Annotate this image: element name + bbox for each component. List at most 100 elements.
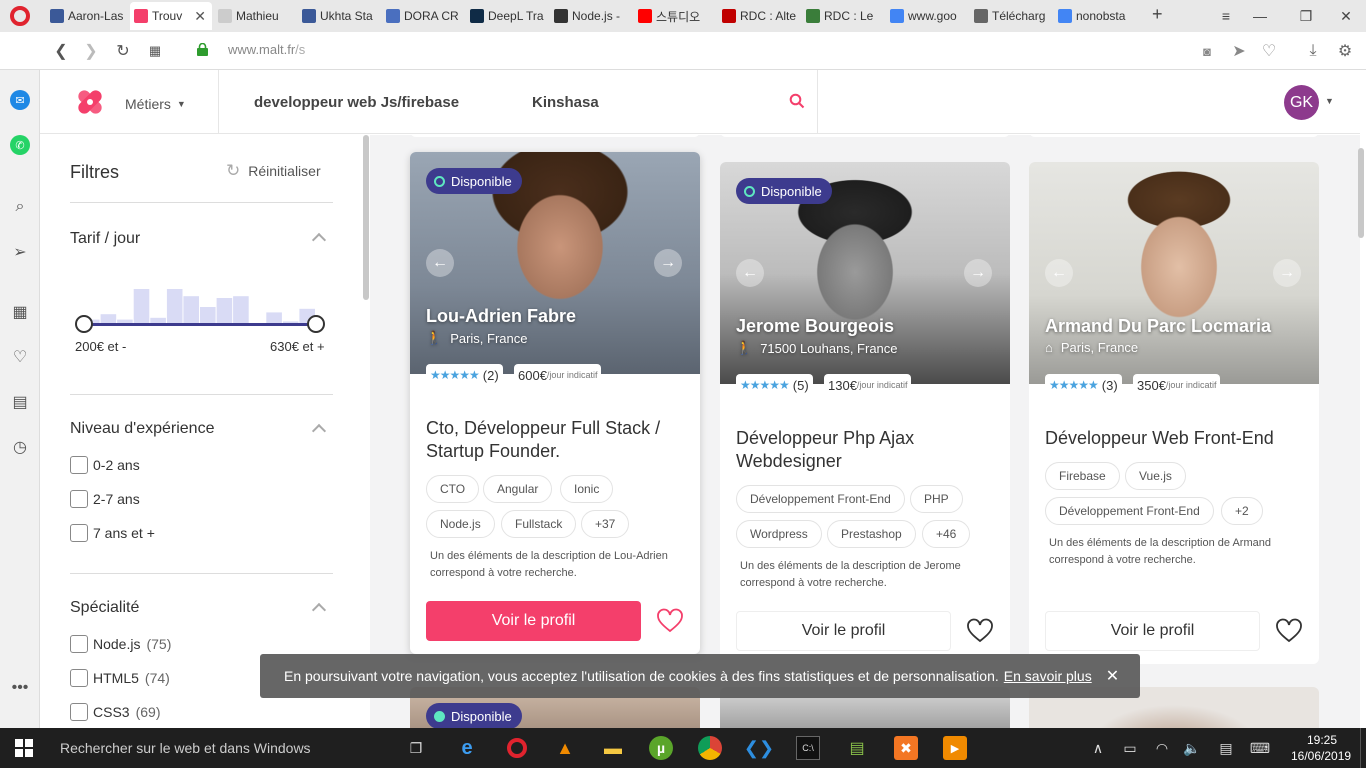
media-player-icon[interactable]: ▶ [943,736,967,760]
search-query-input[interactable]: developpeur web Js/firebase [254,94,459,111]
clock-date[interactable]: 16/06/2019 [1291,749,1351,763]
browser-tab[interactable]: www.goo [886,2,968,30]
experience-filter-title[interactable]: Niveau d'expérience [70,420,214,438]
browser-tab[interactable]: Télécharg [970,2,1052,30]
skill-tag[interactable]: Ionic [560,475,614,503]
checkbox[interactable] [70,669,88,687]
view-profile-button[interactable]: Voir le profil [736,611,951,651]
prev-photo-arrow-icon[interactable]: ← [736,259,764,287]
skill-tag[interactable]: Développement Front-End [736,485,905,513]
taskbar-search-input[interactable]: Rechercher sur le web et dans Windows [60,740,311,756]
page-scrollbar[interactable] [1358,148,1364,238]
browser-tab[interactable]: Node.js - [550,2,632,30]
opera-menu-icon[interactable] [10,6,30,26]
chevron-up-icon[interactable]: ∧ [1086,736,1110,760]
windows-start-icon[interactable] [12,736,36,760]
rate-slider-track[interactable] [84,323,316,326]
whatsapp-icon[interactable]: ✆ [10,135,30,155]
experience-option[interactable]: 0-2 ans [70,456,140,474]
chevron-up-icon[interactable] [311,423,327,439]
prev-photo-arrow-icon[interactable]: ← [426,249,454,277]
browser-tab[interactable]: Aaron-Las [46,2,128,30]
send-icon[interactable]: ➤ [1228,40,1250,62]
terminal-icon[interactable]: C:\ [796,736,820,760]
reload-button[interactable]: ↻ [112,40,134,62]
browser-tab[interactable]: Ukhta Sta [298,2,380,30]
next-photo-arrow-icon[interactable]: → [654,249,682,277]
experience-option[interactable]: 7 ans et + [70,524,155,542]
skill-tag[interactable]: Prestashop [827,520,916,548]
reset-button[interactable]: ↻ Réinitialiser [226,161,321,181]
favorite-heart-icon[interactable] [966,617,994,645]
checkbox[interactable] [70,703,88,721]
rate-filter-title[interactable]: Tarif / jour [70,230,140,248]
skill-tag[interactable]: +46 [922,520,971,548]
skill-tag[interactable]: +37 [581,510,630,538]
search-icon[interactable] [789,93,805,109]
close-window-button[interactable]: ✕ [1326,0,1366,32]
skill-tag[interactable]: CTO [426,475,480,503]
chevron-down-icon[interactable]: ▼ [1325,96,1334,106]
skill-tag[interactable]: PHP [910,485,963,513]
camera-icon[interactable]: ◙ [1196,40,1218,62]
url-input[interactable]: www.malt.fr/s [228,42,305,57]
news-icon[interactable]: ▤ [10,392,30,412]
vscode-icon[interactable]: ❮❯ [744,736,774,760]
chevron-up-icon[interactable] [311,602,327,618]
view-profile-button[interactable]: Voir le profil [426,601,641,641]
speed-dial-icon[interactable]: ▦ [144,40,166,62]
notepad-plus-icon[interactable]: ▤ [845,736,869,760]
avatar[interactable]: GK [1284,85,1319,120]
metiers-dropdown[interactable]: Métiers ▼ [125,96,186,112]
checkbox[interactable] [70,456,88,474]
vlc-icon[interactable]: ▲ [553,736,577,760]
close-tab-icon[interactable]: ✕ [188,8,212,25]
rate-slider-max-handle[interactable] [307,315,325,333]
experience-option[interactable]: 2-7 ans [70,490,140,508]
browser-tab[interactable]: Mathieu [214,2,296,30]
send-icon[interactable]: ➢ [10,242,30,262]
utorrent-icon[interactable]: µ [649,736,673,760]
battery-icon[interactable]: ▭ [1118,736,1142,760]
speed-dial-icon[interactable]: ▦ [10,302,30,322]
browser-tab[interactable]: Trouv ✕ [130,2,212,30]
chevron-up-icon[interactable] [311,232,327,248]
browser-tab[interactable]: RDC : Le [802,2,884,30]
wifi-icon[interactable]: ◠ [1150,736,1174,760]
heart-icon[interactable]: ♡ [10,347,30,367]
edge-icon[interactable]: e [455,736,479,760]
next-photo-arrow-icon[interactable]: → [964,259,992,287]
view-profile-button[interactable]: Voir le profil [1045,611,1260,651]
browser-tab[interactable]: nonobsta [1054,2,1136,30]
specialty-option[interactable]: HTML5 (74) [70,669,170,687]
browser-tab[interactable]: DORA CR [382,2,464,30]
malt-logo-icon[interactable] [74,86,106,118]
skill-tag[interactable]: Développement Front-End [1045,497,1214,525]
notification-icon[interactable]: ▤ [1214,736,1238,760]
maximize-button[interactable]: ❐ [1286,0,1326,32]
specialty-option[interactable]: Node.js (75) [70,635,171,653]
more-icon[interactable]: ••• [10,678,30,698]
skill-tag[interactable]: +2 [1221,497,1263,525]
close-icon[interactable]: ✕ [1106,666,1119,686]
rate-slider-min-handle[interactable] [75,315,93,333]
back-button[interactable]: ❮ [50,40,72,62]
skill-tag[interactable]: Vue.js [1125,462,1186,490]
task-view-icon[interactable]: ❐ [404,736,428,760]
opera-icon[interactable] [505,736,529,760]
volume-icon[interactable]: 🔈 [1180,736,1204,760]
skill-tag[interactable]: Wordpress [736,520,822,548]
skill-tag[interactable]: Node.js [426,510,495,538]
browser-tab[interactable]: DeepL Tra [466,2,548,30]
download-icon[interactable]: ⤓ [1302,40,1324,62]
checkbox[interactable] [70,635,88,653]
show-desktop-button[interactable] [1360,728,1366,768]
checkbox[interactable] [70,524,88,542]
chrome-icon[interactable] [698,736,722,760]
filters-scrollbar[interactable] [363,135,369,300]
forward-button[interactable]: ❯ [80,40,102,62]
favorite-heart-icon[interactable] [656,607,684,635]
checkbox[interactable] [70,490,88,508]
history-icon[interactable]: ◷ [10,437,30,457]
freelancer-card[interactable]: Disponible ← → Lou-Adrien Fabre 🚶 Paris, … [410,152,700,654]
